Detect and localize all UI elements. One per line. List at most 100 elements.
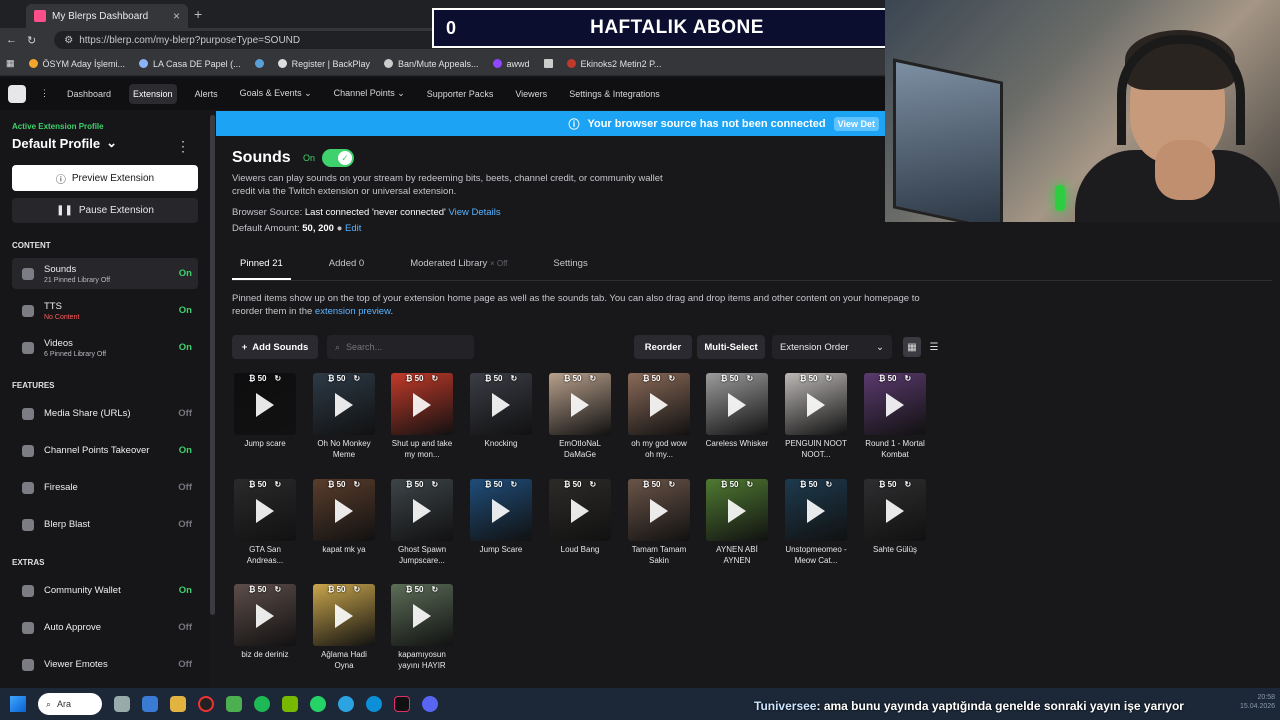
- sound-thumbnail[interactable]: ₿ 50 ↻: [234, 479, 296, 541]
- nav-goals-events[interactable]: Goals & Events ⌄: [236, 83, 316, 104]
- grid-view-icon[interactable]: ▦: [903, 337, 921, 357]
- sidebar-item-sounds[interactable]: Sounds 21 Pinned Library Off On: [12, 258, 198, 289]
- app-icon[interactable]: [142, 696, 158, 712]
- play-icon[interactable]: [335, 499, 353, 523]
- sound-card[interactable]: ₿ 50 ↻ Ghost Spawn Jumpscare...: [389, 479, 453, 571]
- nav-viewers[interactable]: Viewers: [511, 84, 551, 104]
- sound-card[interactable]: ₿ 50 ↻ Loud Bang: [547, 479, 611, 571]
- app-icon[interactable]: [226, 696, 242, 712]
- add-sounds-button[interactable]: + Add Sounds: [232, 335, 318, 359]
- sound-thumbnail[interactable]: ₿ 50 ↻: [391, 584, 453, 646]
- sound-card[interactable]: ₿ 50 ↻ Unstopmeomeo - Meow Cat...: [783, 479, 847, 571]
- bookmark-item[interactable]: [543, 59, 553, 68]
- obs-icon[interactable]: [198, 696, 214, 712]
- tiktok-icon[interactable]: [394, 696, 410, 712]
- play-icon[interactable]: [571, 393, 589, 417]
- spotify-icon[interactable]: [254, 696, 270, 712]
- sound-thumbnail[interactable]: ₿ 50 ↻: [549, 373, 611, 435]
- sound-card[interactable]: ₿ 50 ↻ GTA San Andreas...: [232, 479, 296, 571]
- bookmark-item[interactable]: awwd: [492, 59, 530, 69]
- sound-thumbnail[interactable]: ₿ 50 ↻: [706, 479, 768, 541]
- reorder-button[interactable]: Reorder: [634, 335, 692, 359]
- bookmark-item[interactable]: [254, 59, 264, 68]
- sound-thumbnail[interactable]: ₿ 50 ↻: [313, 373, 375, 435]
- play-icon[interactable]: [256, 604, 274, 628]
- play-icon[interactable]: [256, 499, 274, 523]
- profile-menu-icon[interactable]: ⋮: [176, 138, 190, 155]
- bookmark-item[interactable]: Ban/Mute Appeals...: [383, 59, 479, 69]
- nav-settings-integrations[interactable]: Settings & Integrations: [565, 84, 664, 104]
- browser-tab[interactable]: My Blerps Dashboard ×: [26, 4, 188, 28]
- sidebar-item-viewer-emotes[interactable]: Viewer Emotes Off: [12, 649, 198, 680]
- nav-channel-points[interactable]: Channel Points ⌄: [330, 83, 409, 104]
- windows-start-icon[interactable]: [10, 696, 26, 712]
- bookmark-item[interactable]: ÖSYM Aday İşlemi...: [28, 59, 125, 69]
- sound-thumbnail[interactable]: ₿ 50 ↻: [313, 479, 375, 541]
- multi-select-button[interactable]: Multi-Select: [697, 335, 765, 359]
- play-icon[interactable]: [413, 499, 431, 523]
- preview-extension-button[interactable]: ⓘ Preview Extension: [12, 165, 198, 191]
- view-details-link[interactable]: View Details: [448, 207, 500, 218]
- sidebar-item-auto-approve[interactable]: Auto Approve Off: [12, 612, 198, 643]
- edit-amount-link[interactable]: Edit: [345, 223, 361, 234]
- tab-settings[interactable]: Settings: [545, 254, 595, 280]
- sound-thumbnail[interactable]: ₿ 50 ↻: [785, 373, 847, 435]
- sound-card[interactable]: ₿ 50 ↻ EmOtIoNaL DaMaGe: [547, 373, 611, 465]
- sound-thumbnail[interactable]: ₿ 50 ↻: [628, 373, 690, 435]
- reload-icon[interactable]: ↻: [27, 34, 36, 47]
- taskbar-search[interactable]: ⌕ Ara: [38, 693, 102, 715]
- whatsapp-icon[interactable]: [310, 696, 326, 712]
- play-icon[interactable]: [728, 499, 746, 523]
- telegram-icon[interactable]: [338, 696, 354, 712]
- sound-thumbnail[interactable]: ₿ 50 ↻: [470, 373, 532, 435]
- task-view-icon[interactable]: [114, 696, 130, 712]
- play-icon[interactable]: [650, 499, 668, 523]
- play-icon[interactable]: [335, 393, 353, 417]
- sound-thumbnail[interactable]: ₿ 50 ↻: [785, 479, 847, 541]
- sidebar-item-videos[interactable]: Videos 6 Pinned Library Off On: [12, 332, 198, 363]
- sound-thumbnail[interactable]: ₿ 50 ↻: [391, 373, 453, 435]
- sidebar-item-channel-points-takeover[interactable]: Channel Points Takeover On: [12, 435, 198, 466]
- sidebar-item-community-wallet[interactable]: Community Wallet On: [12, 575, 198, 606]
- tab-moderated-library[interactable]: Moderated Library × Off: [402, 254, 515, 280]
- site-info-icon[interactable]: ⚙: [64, 35, 73, 46]
- nav-dashboard[interactable]: Dashboard: [63, 84, 115, 104]
- new-tab-button[interactable]: +: [194, 6, 202, 22]
- order-select[interactable]: Extension Order ⌄: [772, 335, 892, 359]
- sound-card[interactable]: ₿ 50 ↻ Sahte Gülüş: [862, 479, 926, 571]
- nav-alerts[interactable]: Alerts: [191, 84, 222, 104]
- sound-thumbnail[interactable]: ₿ 50 ↻: [234, 373, 296, 435]
- sound-thumbnail[interactable]: ₿ 50 ↻: [470, 479, 532, 541]
- sound-thumbnail[interactable]: ₿ 50 ↻: [234, 584, 296, 646]
- system-clock[interactable]: 20:58 15.04.2026: [1240, 693, 1275, 711]
- play-icon[interactable]: [807, 499, 825, 523]
- nvidia-icon[interactable]: [282, 696, 298, 712]
- sounds-toggle[interactable]: ✓: [322, 149, 354, 167]
- sound-card[interactable]: ₿ 50 ↻ Ağlama Hadi Oyna: [311, 584, 375, 676]
- play-icon[interactable]: [492, 393, 510, 417]
- list-view-icon[interactable]: ☰: [925, 337, 943, 357]
- nav-extension[interactable]: Extension: [129, 83, 177, 104]
- play-icon[interactable]: [335, 604, 353, 628]
- pause-extension-button[interactable]: ❚❚ Pause Extension: [12, 198, 198, 223]
- sidebar-item-tts[interactable]: TTS No Content On: [12, 295, 198, 326]
- sound-card[interactable]: ₿ 50 ↻ PENGUIN NOOT NOOT...: [783, 373, 847, 465]
- play-icon[interactable]: [886, 499, 904, 523]
- play-icon[interactable]: [413, 604, 431, 628]
- sound-card[interactable]: ₿ 50 ↻ kapamıyosun yayını HAYIR: [389, 584, 453, 676]
- file-explorer-icon[interactable]: [170, 696, 186, 712]
- sound-thumbnail[interactable]: ₿ 50 ↻: [313, 584, 375, 646]
- sound-thumbnail[interactable]: ₿ 50 ↻: [391, 479, 453, 541]
- edge-icon[interactable]: [366, 696, 382, 712]
- play-icon[interactable]: [256, 393, 274, 417]
- more-menu-icon[interactable]: ⋮: [40, 88, 49, 99]
- bookmark-item[interactable]: Register | BackPlay: [277, 59, 370, 69]
- tab-added[interactable]: Added 0: [321, 254, 372, 280]
- search-input[interactable]: ⌕ Search...: [327, 335, 474, 359]
- play-icon[interactable]: [413, 393, 431, 417]
- sidebar-item-media-share[interactable]: Media Share (URLs) Off: [12, 398, 198, 429]
- sound-card[interactable]: ₿ 50 ↻ Shut up and take my mon...: [389, 373, 453, 465]
- play-icon[interactable]: [492, 499, 510, 523]
- sound-card[interactable]: ₿ 50 ↻ Knocking: [468, 373, 532, 465]
- profile-selector[interactable]: Default Profile ⌄: [12, 135, 198, 151]
